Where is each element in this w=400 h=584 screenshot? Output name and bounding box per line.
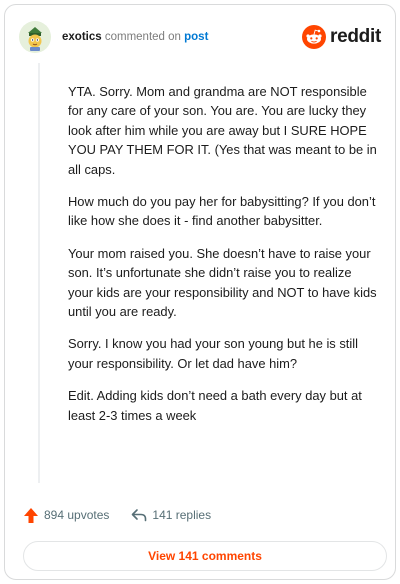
- upvote-stat[interactable]: 894 upvotes: [23, 507, 109, 524]
- avatar-icon: [19, 21, 51, 53]
- comment-stats: 894 upvotes 141 replies: [23, 505, 211, 525]
- comment-meta: exotics commented on post: [62, 31, 208, 43]
- comment-card: exotics commented on post reddit YTA. So…: [4, 4, 396, 580]
- username[interactable]: exotics: [62, 31, 102, 43]
- reddit-logo-icon: [302, 25, 327, 49]
- comment-paragraph: Your mom raised you. She doesn’t have to…: [68, 245, 377, 320]
- reply-stat[interactable]: 141 replies: [131, 508, 211, 522]
- reddit-brand[interactable]: reddit: [302, 25, 381, 49]
- comment-paragraph: Sorry. I know you had your son young but…: [68, 336, 358, 371]
- comment-header: exotics commented on post reddit: [19, 19, 381, 55]
- upvote-arrow-icon[interactable]: [23, 507, 39, 524]
- view-comments-button[interactable]: View 141 comments: [23, 541, 387, 571]
- user-avatar[interactable]: [19, 21, 51, 53]
- thread-line[interactable]: [38, 63, 40, 483]
- comment-paragraph: YTA. Sorry. Mom and grandma are NOT resp…: [68, 84, 377, 177]
- comment-paragraph: Edit. Adding kids don’t need a bath ever…: [68, 388, 362, 423]
- post-link[interactable]: post: [184, 31, 208, 43]
- upvote-count: 894 upvotes: [44, 508, 110, 522]
- comment-body: YTA. Sorry. Mom and grandma are NOT resp…: [68, 82, 380, 438]
- action-text: commented on: [104, 31, 181, 43]
- reply-arrow-icon[interactable]: [131, 508, 147, 522]
- reply-count: 141 replies: [152, 508, 212, 522]
- brand-name: reddit: [330, 26, 381, 47]
- comment-paragraph: How much do you pay her for babysitting?…: [68, 194, 376, 229]
